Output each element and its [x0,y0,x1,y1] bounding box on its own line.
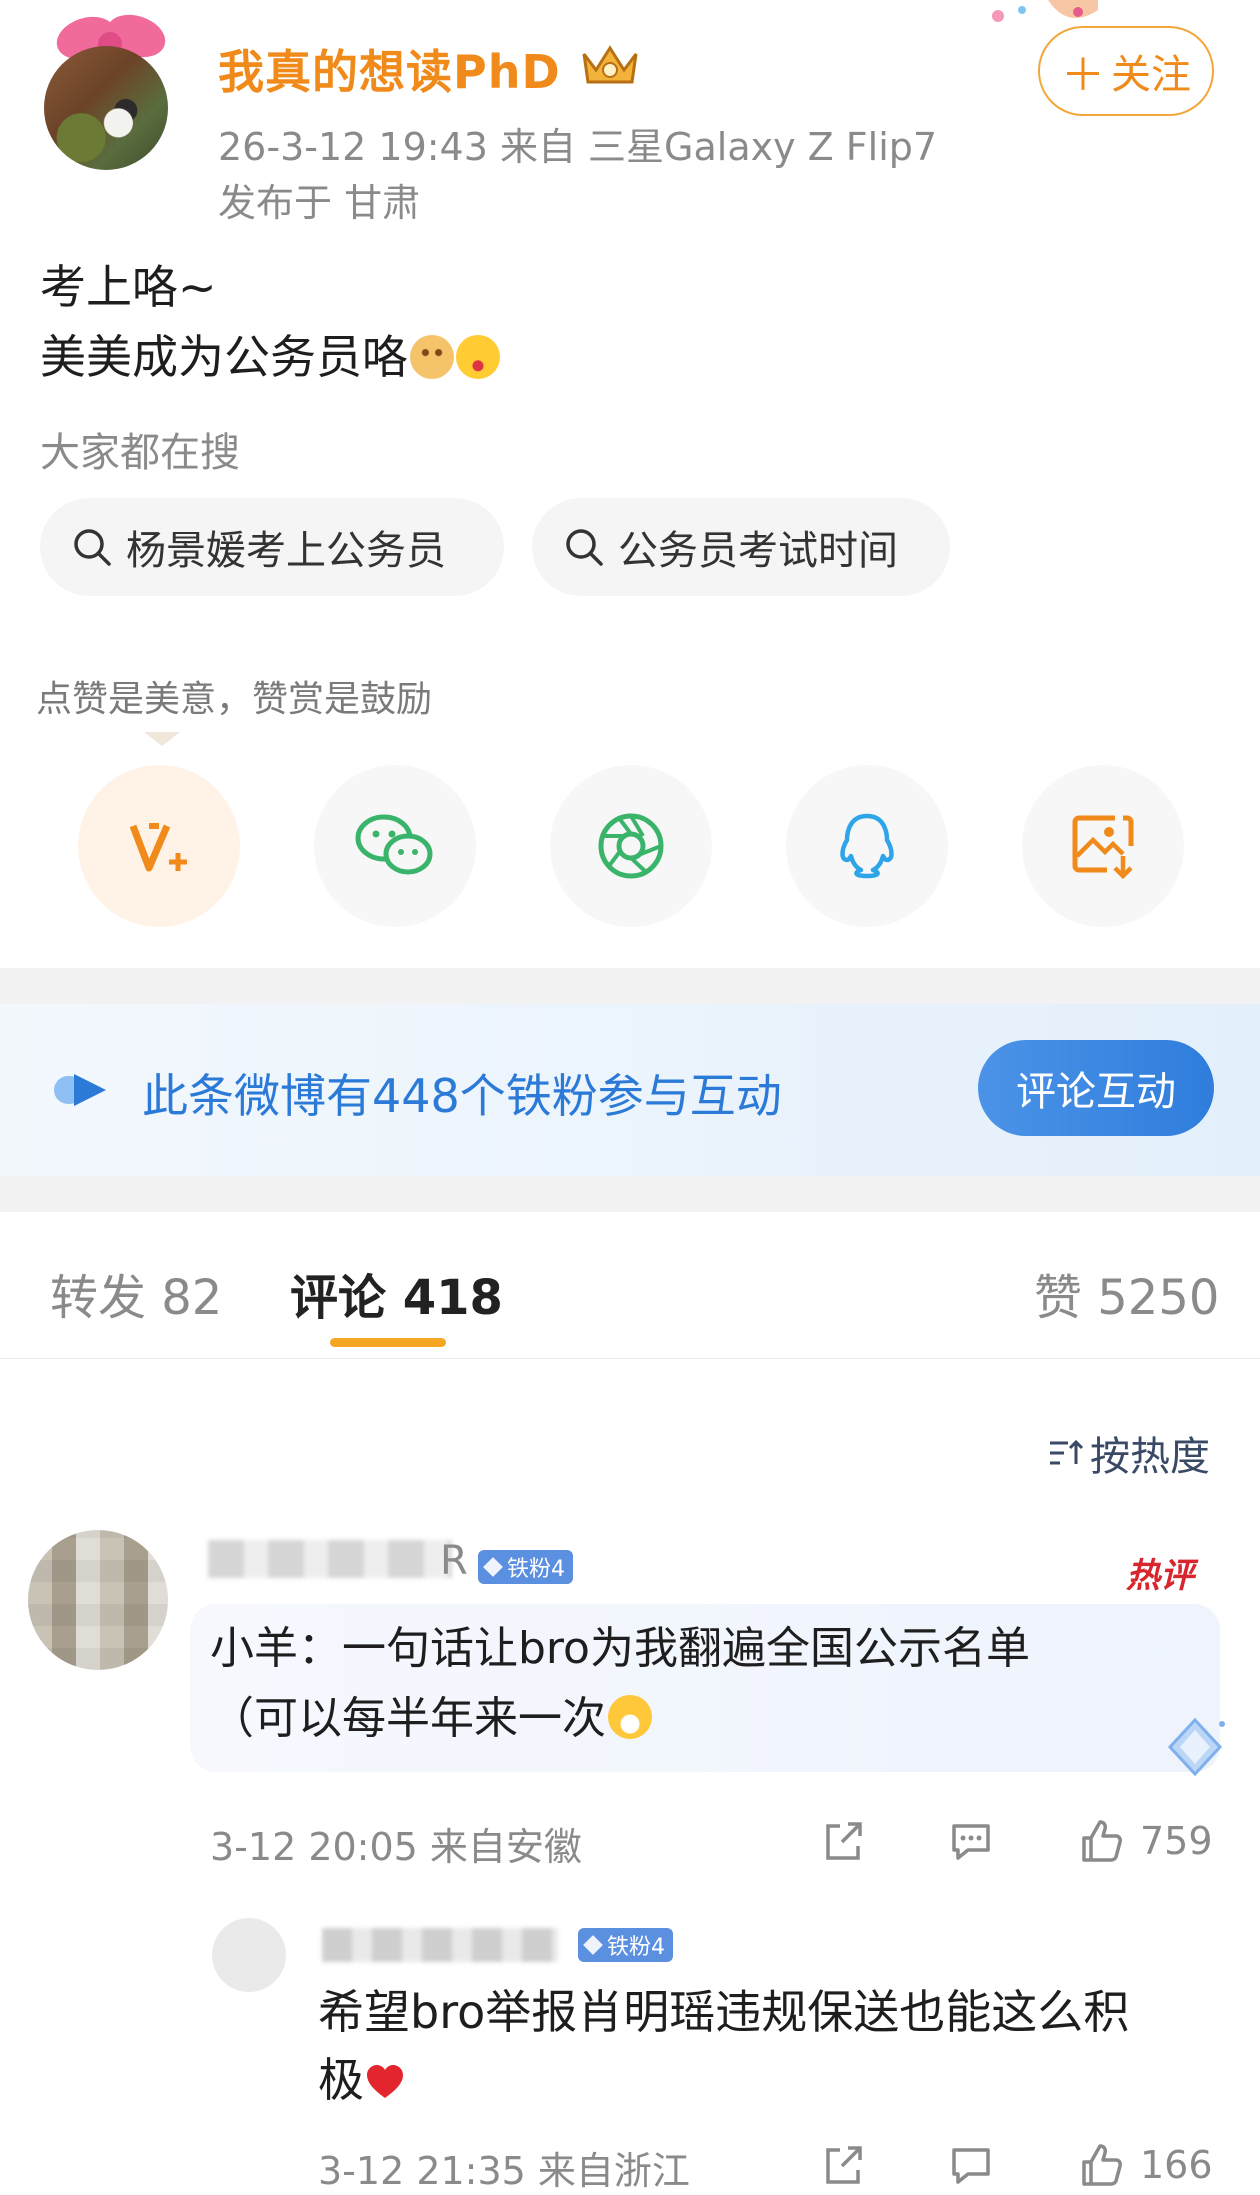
hot-comment-badge: 热评 [1126,1556,1194,1596]
comment-like-button[interactable]: 759 [1076,1816,1213,1866]
search-chip[interactable]: 公务员考试时间 [532,498,950,596]
like-count: 759 [1140,1819,1213,1863]
active-tab-indicator [330,1338,446,1347]
search-chip-label: 公务员考试时间 [618,528,898,574]
comment-text-line: 小羊：一句话让bro为我翻遍全国公示名单 [210,1623,1030,1674]
kiss-emoji-icon [456,335,500,379]
commenter-avatar[interactable] [28,1530,168,1670]
comment-icon [952,1824,990,1860]
reward-tip: 点赞是美意，赞赏是鼓励 [36,679,433,720]
reply-meta: 3-12 21:35 来自浙江 [318,2149,690,2193]
v-plus-icon [129,823,187,872]
tip-arrow [144,732,180,746]
commenter-name-blurred [208,1540,452,1578]
share-wechat-button[interactable] [314,765,476,927]
save-image-icon [1072,815,1134,880]
reply-text-line-2: 极 [318,2046,1218,2114]
sort-label: 按热度 [1090,1434,1210,1480]
search-icon [566,529,603,566]
sort-by-hot-button[interactable]: 按热度 [1046,1424,1210,1482]
tab-like[interactable]: 赞 5250 [1034,1258,1219,1328]
comment-text: 小羊：一句话让bro为我翻遍全国公示名单 （可以每半年来一次 [210,1614,1200,1754]
fan-badge: 铁粉4 [478,1550,573,1584]
post-meta-time-device: 26-3-12 19:43 来自 三星Galaxy Z Flip7 [218,125,938,169]
reply-like-button[interactable]: 166 [1076,2140,1213,2190]
section-divider [0,1176,1260,1212]
reply-text: 希望bro举报肖明瑶违规保送也能这么积 极 [318,1978,1218,2114]
wechat-icon [355,814,433,875]
tab-repost[interactable]: 转发 82 [50,1258,222,1328]
replier-name-blurred [322,1928,558,1962]
reply-comment-button[interactable] [946,2140,996,2190]
post-content: 考上咯~ 美美成为公务员咯 [40,252,500,392]
share-moments-button[interactable] [550,765,712,927]
username[interactable]: 我真的想读PhD [218,36,561,102]
search-chip[interactable]: 杨景媛考上公务员 [40,498,504,596]
post-content-line-2: 美美成为公务员咯 [40,322,500,392]
post-meta-location: 发布于 甘肃 [218,181,421,225]
comment-text-line-2: （可以每半年来一次 [210,1684,1200,1754]
fans-interaction-text: 此条微博有448个铁粉参与互动 [142,1069,782,1123]
section-divider [0,968,1260,1004]
thumbs-up-icon [1082,2144,1122,2186]
comment-meta: 3-12 20:05 来自安徽 [210,1825,582,1869]
qq-icon [840,813,894,879]
moments-icon [598,813,664,879]
save-image-button[interactable] [1022,765,1184,927]
replier-avatar[interactable] [212,1918,286,1992]
tabs-divider [0,1358,1260,1359]
diamond-icon [483,1557,503,1577]
share-qq-button[interactable] [786,765,948,927]
commenter-name-tail: R [440,1538,468,1584]
vip-crown-icon [582,45,638,84]
thumbs-up-icon [1082,1820,1122,1862]
reply-share-button[interactable] [818,2140,868,2190]
reply-text-line: 希望bro举报肖明瑶违规保送也能这么积 [318,1985,1130,2039]
follow-label: 关注 [1111,52,1191,98]
comment-reply-button[interactable] [946,1816,996,1866]
user-avatar[interactable] [44,46,168,170]
plus-icon: ＋ [1061,50,1105,101]
diamond-icon [583,1935,603,1955]
tab-comment[interactable]: 评论 418 [290,1258,503,1328]
comment-share-button[interactable] [818,1816,868,1866]
comment-interact-button[interactable]: 评论互动 [978,1040,1214,1136]
reward-button[interactable] [78,765,240,927]
post-content-line: 考上咯~ [40,260,217,314]
fan-badge: 铁粉4 [578,1928,673,1962]
fan-badge-label: 铁粉4 [507,1557,565,1582]
fans-interaction-icon [54,1074,106,1106]
search-icon [74,529,111,566]
sort-icon [1050,1439,1084,1465]
diamond-decoration-icon [1167,1717,1225,1777]
fan-badge-label: 铁粉4 [607,1935,665,1960]
heart-icon [367,2065,403,2098]
share-icon [826,2146,862,2184]
doge-emoji-icon [410,335,454,379]
follow-button[interactable]: ＋ 关注 [1038,26,1214,116]
search-chip-label: 杨景媛考上公务员 [126,528,446,574]
share-icon [826,1822,862,1860]
grin-emoji-icon [608,1695,652,1739]
comment-icon [952,2148,990,2184]
trending-search-title: 大家都在搜 [40,430,240,476]
like-count: 166 [1140,2143,1213,2187]
